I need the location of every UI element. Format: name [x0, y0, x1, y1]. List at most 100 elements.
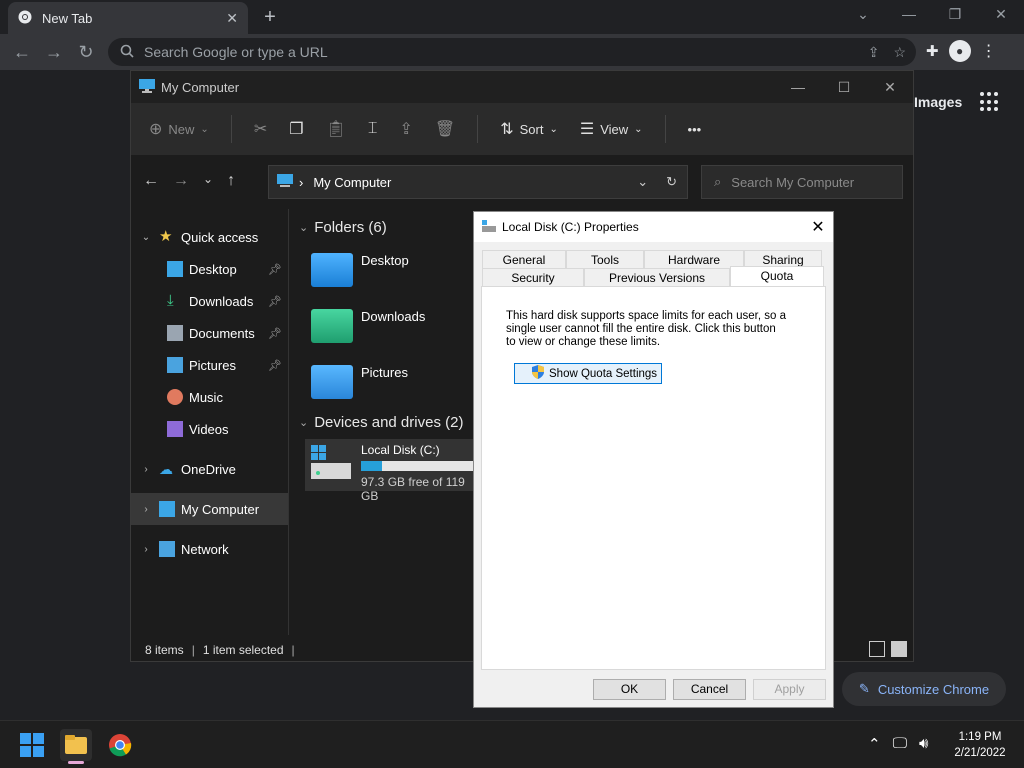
drive-tile-local-disk-c[interactable]: Local Disk (C:) 97.3 GB free of 119 GB: [305, 439, 485, 503]
nav-item-pictures[interactable]: Pictures 📌︎: [131, 349, 288, 381]
explorer-titlebar: My Computer — ☐ ✕: [131, 71, 913, 103]
chevron-right-icon[interactable]: ›: [139, 504, 153, 515]
nav-item-documents[interactable]: Documents 📌︎: [131, 317, 288, 349]
status-selected-count: 1 item selected: [202, 643, 284, 657]
start-button[interactable]: [16, 729, 48, 761]
chrome-tab-new-tab[interactable]: New Tab ✕: [8, 2, 248, 34]
volume-icon[interactable]: 🔊︎: [919, 735, 928, 753]
restore-icon[interactable]: ❐: [932, 0, 978, 30]
new-button[interactable]: ⊕ New ⌄: [149, 119, 209, 139]
uac-shield-icon: [531, 365, 545, 382]
chrome-icon: [18, 10, 32, 27]
omnibox-placeholder: Search Google or type a URL: [144, 44, 328, 60]
clock[interactable]: 1:19 PM 2/21/2022: [948, 729, 1012, 761]
share-icon[interactable]: ⇪: [868, 44, 880, 61]
folders-group-header[interactable]: ⌄ Folders (6): [299, 219, 387, 236]
forward-arrow-icon[interactable]: →: [38, 42, 70, 63]
chevron-down-icon[interactable]: ⌄: [139, 232, 153, 243]
nav-item-my-computer[interactable]: › My Computer: [131, 493, 288, 525]
chevron-down-icon[interactable]: ⌄: [637, 174, 648, 190]
explorer-search-input[interactable]: ⌕ Search My Computer: [701, 165, 903, 199]
more-options-button[interactable]: •••: [688, 122, 702, 137]
apply-button[interactable]: Apply: [753, 679, 826, 700]
star-icon: ★: [159, 228, 173, 245]
quota-description: This hard disk supports space limits for…: [506, 310, 786, 348]
paste-icon[interactable]: 📋︎: [326, 119, 346, 139]
view-button[interactable]: ☰ View ⌄: [580, 119, 643, 139]
back-arrow-icon[interactable]: ←: [143, 172, 159, 190]
taskbar-chrome[interactable]: [104, 729, 136, 761]
computer-icon: [139, 78, 155, 96]
maximize-icon[interactable]: ☐: [821, 79, 867, 96]
tiles-view-icon[interactable]: [891, 641, 907, 657]
ok-button[interactable]: OK: [593, 679, 666, 700]
videos-icon: [167, 421, 183, 437]
folder-pictures[interactable]: Pictures: [311, 365, 408, 399]
chevron-up-icon[interactable]: ⌃: [868, 735, 881, 753]
reload-icon[interactable]: ↻: [70, 42, 102, 63]
tab-general[interactable]: General: [482, 250, 566, 268]
nav-item-videos[interactable]: Videos: [131, 413, 288, 445]
nav-item-quick-access[interactable]: ⌄ ★ Quick access: [131, 221, 288, 253]
extensions-icon[interactable]: ✚: [926, 42, 939, 60]
ntp-images-link[interactable]: Images: [914, 94, 962, 110]
nav-item-desktop[interactable]: Desktop 📌︎: [131, 253, 288, 285]
rename-icon[interactable]: ⌶: [368, 120, 378, 138]
devices-group-header[interactable]: ⌄ Devices and drives (2): [299, 414, 463, 431]
minimize-icon[interactable]: —: [886, 0, 932, 30]
tab-tools[interactable]: Tools: [566, 250, 644, 268]
hard-drive-icon: [309, 443, 353, 487]
tab-quota[interactable]: Quota: [730, 266, 824, 286]
tab-previous-versions[interactable]: Previous Versions: [584, 268, 730, 286]
show-quota-settings-button[interactable]: Show Quota Settings: [514, 363, 662, 384]
profile-avatar-icon[interactable]: ●: [948, 40, 971, 62]
customize-chrome-button[interactable]: ✎ Customize Chrome: [842, 672, 1006, 706]
close-icon[interactable]: ✕: [803, 217, 833, 237]
forward-arrow-icon[interactable]: →: [173, 172, 189, 190]
close-icon[interactable]: ✕: [978, 0, 1024, 30]
up-arrow-icon[interactable]: ↑: [227, 172, 235, 190]
cancel-button[interactable]: Cancel: [673, 679, 746, 700]
network-icon: [159, 541, 175, 557]
network-icon[interactable]: 🖵︎: [893, 735, 907, 753]
chrome-menu-icon[interactable]: ⋮: [981, 41, 997, 61]
nav-item-network[interactable]: › Network: [131, 533, 288, 565]
share-icon[interactable]: ⇪: [399, 119, 412, 139]
folder-icon: [65, 735, 87, 754]
tab-close-icon[interactable]: ✕: [226, 10, 238, 27]
new-tab-button[interactable]: +: [258, 6, 282, 28]
recent-locations-icon[interactable]: ⌄: [203, 172, 213, 190]
pin-icon: 📌︎: [268, 295, 282, 308]
google-apps-icon[interactable]: [980, 92, 1000, 112]
cut-icon[interactable]: ✂: [254, 119, 267, 139]
tab-search-icon[interactable]: ⌄: [840, 0, 886, 30]
clock-time: 1:19 PM: [958, 731, 1002, 743]
folder-desktop[interactable]: Desktop: [311, 253, 409, 287]
chevron-right-icon[interactable]: ›: [139, 464, 153, 475]
desktop-folder-icon: [311, 253, 353, 287]
minimize-icon[interactable]: —: [775, 79, 821, 95]
nav-item-downloads[interactable]: ⤓ Downloads 📌︎: [131, 285, 288, 317]
omnibox[interactable]: Search Google or type a URL ⇪ ☆: [108, 38, 916, 66]
close-icon[interactable]: ✕: [867, 79, 913, 96]
details-view-icon[interactable]: [869, 641, 885, 657]
nav-item-onedrive[interactable]: › ☁ OneDrive: [131, 453, 288, 485]
bookmark-star-icon[interactable]: ☆: [893, 44, 906, 61]
taskbar-file-explorer[interactable]: [60, 729, 92, 764]
back-arrow-icon[interactable]: ←: [6, 42, 38, 63]
address-field[interactable]: › My Computer ⌄ ↻: [268, 165, 688, 199]
clock-date: 2/21/2022: [954, 747, 1006, 759]
refresh-icon[interactable]: ↻: [666, 174, 677, 190]
breadcrumb-separator-icon: ›: [299, 174, 304, 190]
chevron-right-icon[interactable]: ›: [139, 544, 153, 555]
folder-downloads[interactable]: Downloads: [311, 309, 425, 343]
tab-hardware[interactable]: Hardware: [644, 250, 744, 268]
delete-icon[interactable]: 🗑︎: [435, 119, 455, 139]
sort-button[interactable]: ⇅ Sort ⌄: [500, 119, 558, 139]
drive-usage-bar: [361, 461, 475, 471]
drive-icon: [482, 219, 496, 235]
tab-security[interactable]: Security: [482, 268, 584, 286]
chrome-window-controls: ⌄ — ❐ ✕: [840, 0, 1024, 30]
nav-item-music[interactable]: Music: [131, 381, 288, 413]
copy-icon[interactable]: ❐: [289, 119, 303, 139]
